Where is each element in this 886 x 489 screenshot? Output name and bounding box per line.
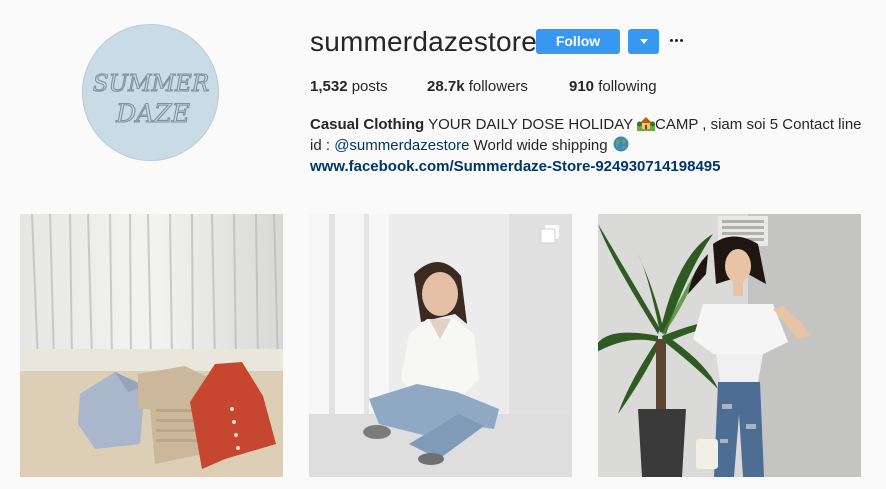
bio-external-link[interactable]: www.facebook.com/Summerdaze-Store-924930… — [310, 156, 870, 177]
posts-count: 1,532 — [310, 78, 348, 95]
carousel-icon — [540, 225, 559, 244]
post-thumbnail-2[interactable] — [309, 214, 572, 477]
posts-stat: 1,532 posts — [310, 78, 388, 96]
profile-bio: Casual Clothing YOUR DAILY DOSE HOLIDAY … — [310, 114, 870, 177]
more-options-icon-dot — [680, 39, 683, 42]
follow-button[interactable]: Follow — [536, 29, 620, 54]
house-with-garden-emoji-icon — [637, 117, 656, 131]
post-thumbnail-1[interactable] — [20, 214, 283, 477]
followers-label: followers — [464, 78, 528, 95]
brand-logo-icon: SUMMER DAZE — [83, 25, 218, 160]
post-thumbnail-3[interactable] — [598, 214, 861, 477]
more-options-icon-dot — [675, 39, 678, 42]
globe-emoji-icon — [613, 136, 629, 152]
following-label: following — [594, 78, 657, 95]
more-options-button[interactable] — [668, 32, 686, 48]
post-image-woman-sitting — [309, 214, 572, 477]
post-image-woman-palm — [598, 214, 861, 477]
followers-stat[interactable]: 28.7k followers — [427, 78, 528, 96]
followers-count: 28.7k — [427, 78, 465, 95]
profile-full-name: Casual Clothing — [310, 116, 425, 133]
profile-avatar: SUMMER DAZE — [82, 24, 219, 161]
profile-username: summerdazestore — [310, 26, 538, 57]
chevron-down-icon — [640, 39, 648, 44]
bio-mention-link[interactable]: @summerdazestore — [334, 137, 469, 154]
following-stat[interactable]: 910 following — [569, 78, 657, 96]
more-options-icon — [670, 39, 673, 42]
bio-text-3: World wide shipping — [469, 137, 612, 154]
bio-text-1: YOUR DAILY DOSE HOLIDAY — [424, 116, 638, 133]
posts-label: posts — [347, 78, 388, 95]
suggestions-dropdown-button[interactable] — [628, 29, 659, 54]
avatar-text-bottom: DAZE — [115, 99, 190, 128]
post-image-clothes-flatlay — [20, 214, 283, 477]
avatar-text-top: SUMMER — [93, 71, 209, 97]
following-count: 910 — [569, 78, 595, 95]
